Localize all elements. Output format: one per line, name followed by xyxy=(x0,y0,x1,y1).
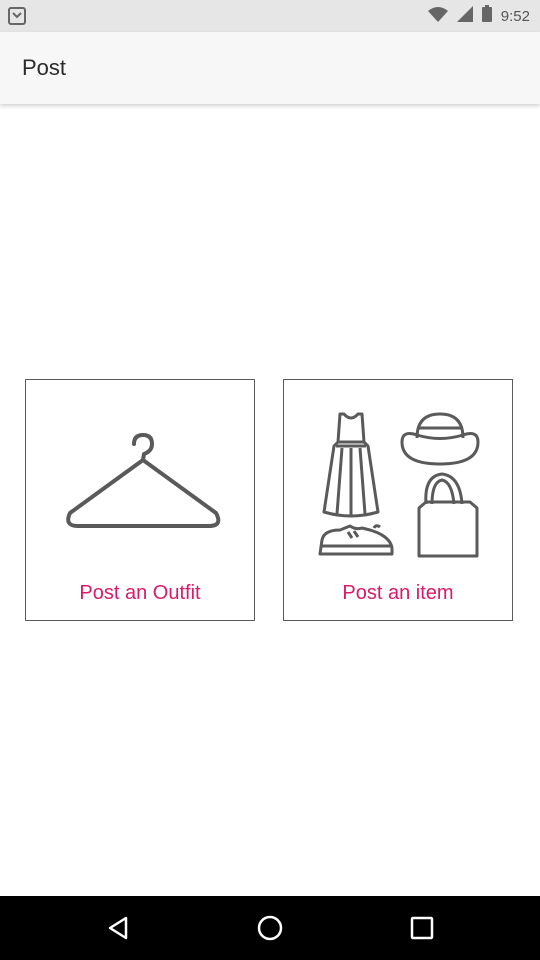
outfit-illustration xyxy=(26,380,256,580)
hat-icon xyxy=(400,412,480,466)
hanger-icon xyxy=(66,433,221,528)
post-outfit-label: Post an Outfit xyxy=(79,582,201,604)
navigation-bar xyxy=(0,896,540,960)
dress-icon xyxy=(322,412,380,518)
tote-bag-icon xyxy=(417,472,479,558)
app-bar: Post xyxy=(0,32,540,104)
status-bar: 9:52 xyxy=(0,0,540,32)
sneaker-icon xyxy=(318,524,394,556)
post-item-label: Post an item xyxy=(342,582,454,604)
home-icon[interactable] xyxy=(254,912,286,944)
page-title: Post xyxy=(22,55,67,80)
back-icon[interactable] xyxy=(102,912,134,944)
battery-icon xyxy=(481,5,492,27)
signal-icon xyxy=(456,5,473,27)
post-item-button[interactable]: Post an item xyxy=(283,379,513,621)
status-time: 9:52 xyxy=(500,7,530,25)
post-outfit-button[interactable]: Post an Outfit xyxy=(25,379,255,621)
notification-icon xyxy=(8,7,26,30)
item-illustration xyxy=(284,380,514,580)
recents-icon[interactable] xyxy=(406,912,438,944)
wifi-icon xyxy=(427,6,448,27)
